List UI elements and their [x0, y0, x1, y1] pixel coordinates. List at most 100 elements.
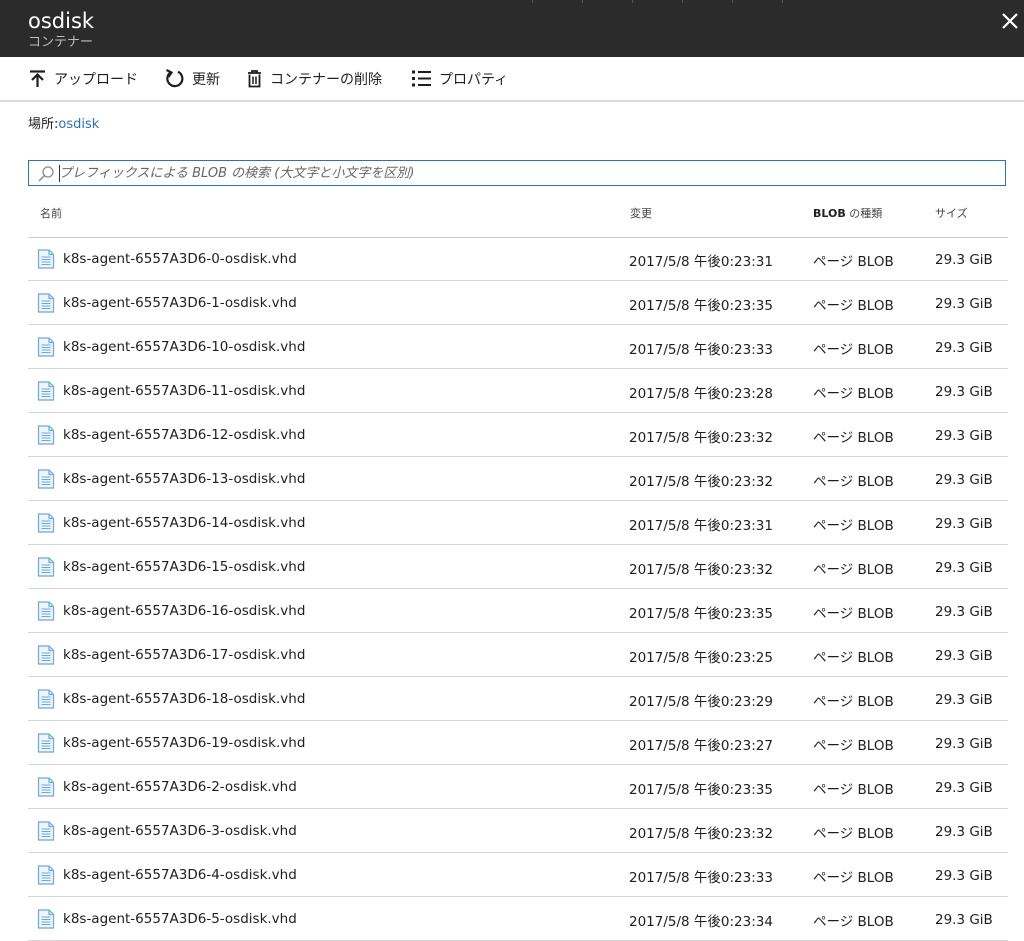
- blob-modified: 2017/5/8 午後0:23:35: [629, 606, 773, 622]
- blob-name: k8s-agent-6557A3D6-11-osdisk.vhd: [63, 383, 306, 399]
- blob-modified: 2017/5/8 午後0:23:28: [629, 386, 773, 402]
- table-row[interactable]: k8s-agent-6557A3D6-13-osdisk.vhd 2017/5/8…: [28, 457, 1008, 501]
- file-icon: [37, 821, 55, 845]
- table-row[interactable]: k8s-agent-6557A3D6-5-osdisk.vhd 2017/5/8 …: [28, 897, 1008, 941]
- blob-size: 29.3 GiB: [935, 868, 993, 884]
- blob-type: ページ BLOB: [813, 782, 894, 798]
- table-row[interactable]: k8s-agent-6557A3D6-12-osdisk.vhd 2017/5/8…: [28, 413, 1008, 457]
- table-row[interactable]: k8s-agent-6557A3D6-10-osdisk.vhd 2017/5/8…: [28, 325, 1008, 369]
- blob-type: ページ BLOB: [813, 430, 894, 446]
- blob-size: 29.3 GiB: [935, 560, 993, 576]
- location-breadcrumb: 場所:osdisk: [28, 116, 99, 134]
- file-icon: [37, 733, 55, 757]
- search-icon: [38, 166, 54, 182]
- search-input[interactable]: [59, 162, 989, 184]
- blob-name: k8s-agent-6557A3D6-17-osdisk.vhd: [63, 647, 306, 663]
- file-icon: [37, 689, 55, 713]
- table-row[interactable]: k8s-agent-6557A3D6-17-osdisk.vhd 2017/5/8…: [28, 633, 1008, 677]
- file-icon: [37, 557, 55, 581]
- blob-type: ページ BLOB: [813, 518, 894, 534]
- search-box[interactable]: [28, 160, 1006, 186]
- blob-size: 29.3 GiB: [935, 340, 993, 356]
- file-icon: [37, 425, 55, 449]
- blob-modified: 2017/5/8 午後0:23:34: [629, 914, 773, 930]
- blob-name: k8s-agent-6557A3D6-12-osdisk.vhd: [63, 427, 306, 443]
- blob-modified: 2017/5/8 午後0:23:33: [629, 870, 773, 886]
- file-icon: [37, 909, 55, 933]
- blob-modified: 2017/5/8 午後0:23:27: [629, 738, 773, 754]
- blob-name: k8s-agent-6557A3D6-2-osdisk.vhd: [63, 779, 297, 795]
- properties-label: プロパティ: [439, 71, 509, 88]
- blob-size: 29.3 GiB: [935, 516, 993, 532]
- blob-name: k8s-agent-6557A3D6-0-osdisk.vhd: [63, 251, 297, 267]
- upload-label: アップロード: [54, 71, 138, 88]
- blob-modified: 2017/5/8 午後0:23:32: [629, 474, 773, 490]
- column-header-modified[interactable]: 変更: [630, 205, 652, 221]
- file-icon: [37, 777, 55, 801]
- blob-name: k8s-agent-6557A3D6-1-osdisk.vhd: [63, 295, 297, 311]
- blob-type: ページ BLOB: [813, 650, 894, 666]
- blob-name: k8s-agent-6557A3D6-13-osdisk.vhd: [63, 471, 306, 487]
- blob-name: k8s-agent-6557A3D6-14-osdisk.vhd: [63, 515, 306, 531]
- header-top-segments: [480, 0, 1024, 3]
- blob-name: k8s-agent-6557A3D6-19-osdisk.vhd: [63, 735, 306, 751]
- file-icon: [37, 381, 55, 405]
- blob-size: 29.3 GiB: [935, 648, 993, 664]
- table-row[interactable]: k8s-agent-6557A3D6-1-osdisk.vhd 2017/5/8 …: [28, 281, 1008, 325]
- blob-type: ページ BLOB: [813, 298, 894, 314]
- upload-button[interactable]: アップロード: [28, 57, 138, 100]
- blob-name: k8s-agent-6557A3D6-5-osdisk.vhd: [63, 911, 297, 927]
- blob-modified: 2017/5/8 午後0:23:31: [629, 518, 773, 534]
- blob-size: 29.3 GiB: [935, 912, 993, 928]
- file-icon: [37, 249, 55, 273]
- column-header-size[interactable]: サイズ: [935, 205, 968, 221]
- blob-modified: 2017/5/8 午後0:23:35: [629, 298, 773, 314]
- delete-container-button[interactable]: コンテナーの削除: [246, 57, 382, 100]
- blob-size: 29.3 GiB: [935, 780, 993, 796]
- table-row[interactable]: k8s-agent-6557A3D6-4-osdisk.vhd 2017/5/8 …: [28, 853, 1008, 897]
- table-row[interactable]: k8s-agent-6557A3D6-11-osdisk.vhd 2017/5/8…: [28, 369, 1008, 413]
- blob-size: 29.3 GiB: [935, 692, 993, 708]
- column-header-blob-type-rest: の種類: [845, 207, 883, 220]
- delete-container-label: コンテナーの削除: [270, 71, 382, 88]
- table-row[interactable]: k8s-agent-6557A3D6-19-osdisk.vhd 2017/5/8…: [28, 721, 1008, 765]
- blob-modified: 2017/5/8 午後0:23:31: [629, 254, 773, 270]
- blob-size: 29.3 GiB: [935, 296, 993, 312]
- blob-type: ページ BLOB: [813, 254, 894, 270]
- table-row[interactable]: k8s-agent-6557A3D6-18-osdisk.vhd 2017/5/8…: [28, 677, 1008, 721]
- list-icon: [412, 70, 431, 87]
- close-icon: [1002, 13, 1018, 29]
- blob-type: ページ BLOB: [813, 474, 894, 490]
- column-header-blob-type-bold: BLOB: [813, 207, 846, 220]
- column-header-name[interactable]: 名前: [40, 205, 62, 221]
- blob-type: ページ BLOB: [813, 342, 894, 358]
- blob-list: k8s-agent-6557A3D6-0-osdisk.vhd 2017/5/8 …: [28, 237, 1008, 941]
- blob-name: k8s-agent-6557A3D6-4-osdisk.vhd: [63, 867, 297, 883]
- blob-name: k8s-agent-6557A3D6-10-osdisk.vhd: [63, 339, 306, 355]
- table-row[interactable]: k8s-agent-6557A3D6-15-osdisk.vhd 2017/5/8…: [28, 545, 1008, 589]
- table-row[interactable]: k8s-agent-6557A3D6-2-osdisk.vhd 2017/5/8 …: [28, 765, 1008, 809]
- blob-modified: 2017/5/8 午後0:23:33: [629, 342, 773, 358]
- table-row[interactable]: k8s-agent-6557A3D6-16-osdisk.vhd 2017/5/8…: [28, 589, 1008, 633]
- page-title: osdisk: [28, 9, 95, 33]
- table-row[interactable]: k8s-agent-6557A3D6-3-osdisk.vhd 2017/5/8 …: [28, 809, 1008, 853]
- blob-type: ページ BLOB: [813, 386, 894, 402]
- blob-modified: 2017/5/8 午後0:23:25: [629, 650, 773, 666]
- blob-type: ページ BLOB: [813, 738, 894, 754]
- trash-icon: [248, 70, 261, 88]
- properties-button[interactable]: プロパティ: [411, 57, 508, 100]
- blob-name: k8s-agent-6557A3D6-3-osdisk.vhd: [63, 823, 297, 839]
- location-link[interactable]: osdisk: [58, 117, 99, 132]
- close-button[interactable]: [998, 9, 1022, 33]
- refresh-button[interactable]: 更新: [164, 57, 220, 100]
- blob-size: 29.3 GiB: [935, 384, 993, 400]
- blob-name: k8s-agent-6557A3D6-15-osdisk.vhd: [63, 559, 306, 575]
- table-row[interactable]: k8s-agent-6557A3D6-14-osdisk.vhd 2017/5/8…: [28, 501, 1008, 545]
- file-icon: [37, 513, 55, 537]
- blob-size: 29.3 GiB: [935, 604, 993, 620]
- column-header-blob-type[interactable]: BLOB の種類: [813, 205, 882, 221]
- file-icon: [37, 601, 55, 625]
- blob-size: 29.3 GiB: [935, 472, 993, 488]
- file-icon: [37, 469, 55, 493]
- table-row[interactable]: k8s-agent-6557A3D6-0-osdisk.vhd 2017/5/8 …: [28, 237, 1008, 281]
